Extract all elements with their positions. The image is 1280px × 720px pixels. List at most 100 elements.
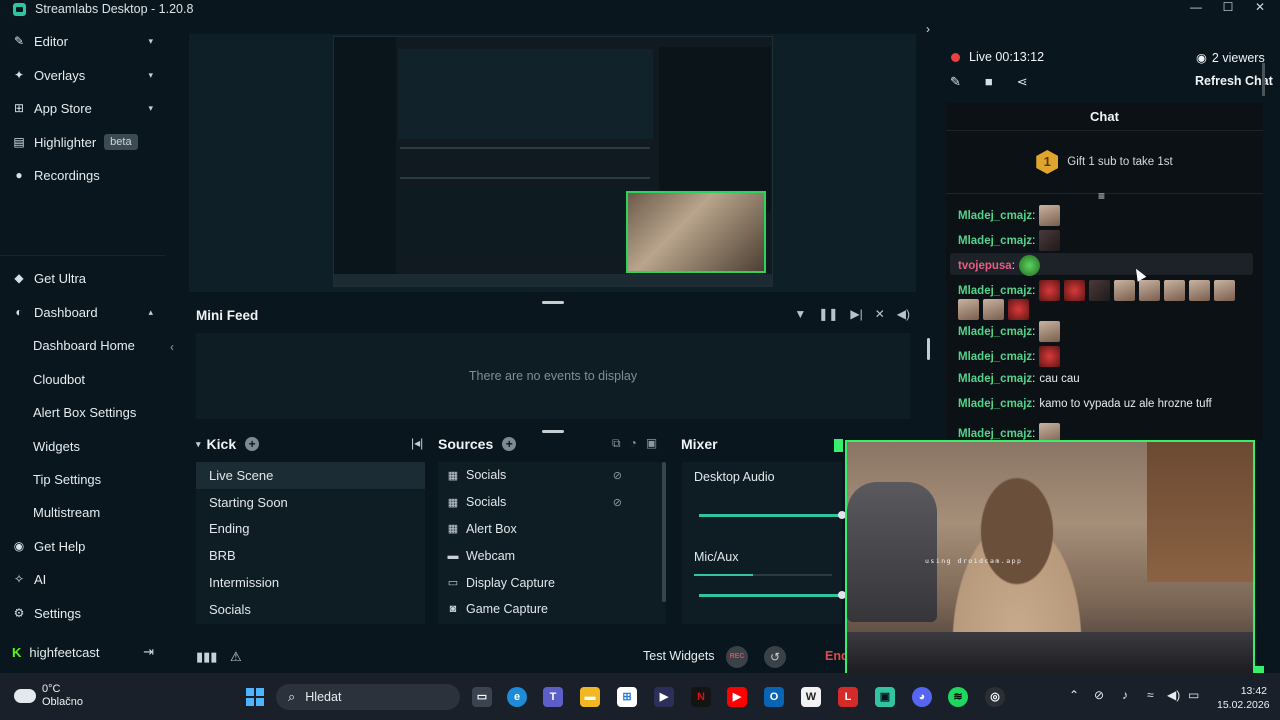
pause-icon[interactable]: ❚❚ xyxy=(818,307,838,321)
sidebar-item-dashboard-home[interactable]: Dashboard Home xyxy=(0,330,165,360)
wikipedia-icon[interactable]: W xyxy=(801,687,821,707)
resize-handle[interactable] xyxy=(542,430,564,433)
chat-username[interactable]: Mladej_cmajz xyxy=(958,210,1032,222)
chat-message[interactable]: tvojepusa: xyxy=(958,255,1044,276)
sidebar-item-app-store[interactable]: ⊞ App Store ▾ xyxy=(0,93,165,123)
chat-username[interactable]: Mladej_cmajz xyxy=(958,326,1032,338)
scene-item[interactable]: Intermission xyxy=(196,569,425,596)
app-icon[interactable]: L xyxy=(838,687,858,707)
chat-username[interactable]: Mladej_cmajz xyxy=(958,351,1032,363)
sidebar-item-editor[interactable]: ✎ Editor ▾ xyxy=(0,26,165,56)
sidebar-item-tip-settings[interactable]: Tip Settings xyxy=(0,464,165,494)
source-group-icon[interactable]: ⧉ xyxy=(612,436,621,451)
minimize-icon[interactable]: — xyxy=(1190,0,1202,14)
source-item[interactable]: ▦ Alert Box xyxy=(438,516,666,543)
chat-message[interactable]: Mladej_cmajz: xyxy=(958,280,1239,301)
replay-icon[interactable]: ↺ xyxy=(764,646,786,668)
eye-slash-icon[interactable]: ⊘ xyxy=(613,496,622,509)
sidebar-item-highlighter[interactable]: ▤ Highlighter beta xyxy=(0,127,165,157)
sidebar-item-overlays[interactable]: ✦ Overlays ▾ xyxy=(0,60,165,90)
source-item[interactable]: ▭ Display Capture xyxy=(438,569,666,596)
sidebar-item-get-ultra[interactable]: ◆ Get Ultra xyxy=(0,263,165,293)
source-item[interactable]: ▦ Socials ⊘ xyxy=(438,462,666,489)
filter-icon[interactable]: ▼ xyxy=(794,307,806,321)
add-source-button[interactable]: + xyxy=(502,437,517,451)
scene-transition-icon[interactable]: |◂| xyxy=(411,436,423,450)
chat-message[interactable]: Mladej_cmajz: xyxy=(958,346,1064,367)
sidebar-item-widgets[interactable]: Widgets xyxy=(0,431,165,461)
chat-message[interactable]: Mladej_cmajz: xyxy=(958,230,1064,251)
sidebar-item-dashboard[interactable]: ◐ Dashboard ▴ xyxy=(0,297,165,327)
chat-message[interactable]: Mladej_cmajz: xyxy=(958,423,1064,440)
search-input[interactable]: ⌕ Hledat xyxy=(276,684,460,710)
wifi-icon[interactable]: ≈ xyxy=(1147,688,1154,702)
filter-icon[interactable]: ≡ xyxy=(1098,189,1105,203)
volume-icon[interactable]: ◀) xyxy=(1167,688,1180,702)
rec-button[interactable]: REC xyxy=(726,646,748,668)
store-icon[interactable]: ⊞ xyxy=(617,687,637,707)
scene-item[interactable]: Ending xyxy=(196,516,425,543)
task-view-icon[interactable]: ▭ xyxy=(472,687,492,707)
sidebar-item-get-help[interactable]: ◉ Get Help xyxy=(0,531,165,561)
source-properties-icon[interactable]: ◔ xyxy=(630,436,637,451)
collapse-sidebar-icon[interactable]: ‹ xyxy=(170,340,174,354)
chat-message[interactable]: Mladej_cmajz: kamo to vypada uz ale hrozn… xyxy=(958,398,1212,410)
battery-icon[interactable]: ▭ xyxy=(1188,688,1199,702)
spotify-icon[interactable]: ≋ xyxy=(948,687,968,707)
webcam-overlay[interactable]: using droidcam.app xyxy=(845,440,1255,676)
stats-icon[interactable]: ▮▮▮ xyxy=(196,649,217,665)
file-explorer-icon[interactable]: ▬ xyxy=(580,687,600,707)
chat-message[interactable]: Mladej_cmajz: xyxy=(958,321,1064,342)
scene-item[interactable]: Live Scene xyxy=(196,462,425,489)
folder-add-icon[interactable]: ▣ xyxy=(646,436,657,451)
discord-icon[interactable]: ◕ xyxy=(912,687,932,707)
logout-icon[interactable]: ⇥ xyxy=(143,644,154,660)
volume-icon[interactable]: ◀) xyxy=(897,307,910,321)
scene-item[interactable]: BRB xyxy=(196,542,425,569)
sidebar-item-multistream[interactable]: Multistream xyxy=(0,497,165,527)
teams-icon[interactable]: T xyxy=(543,687,563,707)
network-off-icon[interactable]: ⊘ xyxy=(1094,688,1104,702)
chevron-down-icon[interactable]: ▾ xyxy=(196,439,201,450)
chat-username[interactable]: Mladej_cmajz xyxy=(958,398,1032,410)
source-item[interactable]: ◙ Game Capture xyxy=(438,596,666,623)
chat-username[interactable]: tvojepusa xyxy=(958,260,1012,272)
mute-alerts-icon[interactable]: ✕ xyxy=(875,307,885,321)
gift-sub-banner[interactable]: 1 Gift 1 sub to take 1st xyxy=(946,131,1263,194)
media-player-icon[interactable]: ▶ xyxy=(654,687,674,707)
windows-start-icon[interactable] xyxy=(246,688,264,706)
scrollbar[interactable] xyxy=(927,338,930,360)
edit-icon[interactable]: ✎ xyxy=(950,74,961,90)
chat-username[interactable]: Mladej_cmajz xyxy=(958,373,1032,385)
sidebar-item-settings[interactable]: ⚙ Settings xyxy=(0,598,165,628)
close-icon[interactable]: ✕ xyxy=(1254,0,1266,14)
chevron-right-icon[interactable]: › xyxy=(926,22,930,36)
maximize-icon[interactable]: ☐ xyxy=(1222,0,1234,14)
eye-slash-icon[interactable]: ⊘ xyxy=(613,469,622,482)
volume-slider[interactable] xyxy=(699,511,846,519)
youtube-icon[interactable]: ▶ xyxy=(727,687,747,707)
source-item[interactable]: ▬ Webcam xyxy=(438,542,666,569)
user-account[interactable]: K highfeetcast ⇥ xyxy=(0,640,165,664)
system-clock[interactable]: 13:42 15.02.2026 xyxy=(1217,684,1270,712)
chevron-up-icon[interactable]: ⌃ xyxy=(1069,688,1079,702)
sidebar-item-cloudbot[interactable]: Cloudbot xyxy=(0,364,165,394)
source-item[interactable]: ▦ Socials ⊘ xyxy=(438,489,666,516)
scene-item[interactable]: Starting Soon xyxy=(196,489,425,516)
add-scene-button[interactable]: + xyxy=(245,437,260,451)
test-widgets-button[interactable]: Test Widgets xyxy=(643,649,715,663)
weather-widget[interactable]: 0°C Oblačno xyxy=(14,683,83,709)
streamlabs-icon[interactable]: ▣ xyxy=(875,687,895,707)
chat-message[interactable]: Mladej_cmajz: xyxy=(958,205,1064,226)
chat-message[interactable]: Mladej_cmajz: cau cau xyxy=(958,373,1080,385)
volume-slider[interactable] xyxy=(699,591,846,599)
sidebar-item-ai[interactable]: ✧ AI xyxy=(0,564,165,594)
camera-icon[interactable]: ■ xyxy=(985,74,993,90)
chat-username[interactable]: Mladej_cmajz xyxy=(958,428,1032,440)
sidebar-item-recordings[interactable]: ● Recordings xyxy=(0,160,165,190)
edge-icon[interactable]: e xyxy=(507,687,527,707)
scene-item[interactable]: Socials xyxy=(196,596,425,623)
alert-icon[interactable]: ⚠ xyxy=(230,649,242,665)
netflix-icon[interactable]: N xyxy=(691,687,711,707)
sidebar-item-alert-box-settings[interactable]: Alert Box Settings xyxy=(0,397,165,427)
